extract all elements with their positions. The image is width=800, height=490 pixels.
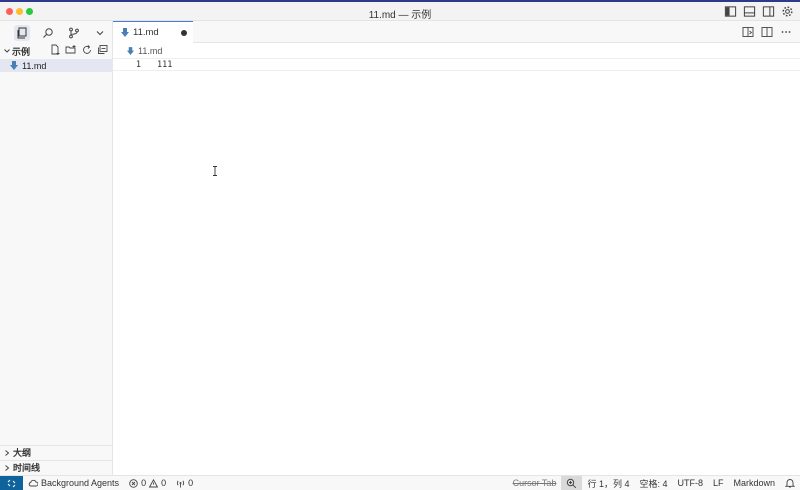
timeline-section-header[interactable]: 时间线 — [0, 460, 113, 474]
toggle-panel-icon[interactable] — [743, 5, 756, 18]
remote-indicator-button[interactable] — [0, 475, 23, 490]
files-icon — [17, 27, 27, 38]
ports-count: 0 — [188, 478, 194, 488]
outline-section-label: 大纲 — [13, 448, 32, 458]
source-control-icon — [69, 27, 79, 38]
search-icon — [43, 27, 53, 38]
warning-icon — [149, 478, 159, 487]
editor-tab-label: 11.md — [133, 27, 159, 38]
collapse-all-icon[interactable] — [97, 44, 109, 56]
more-actions-icon[interactable] — [780, 26, 792, 38]
unsaved-dot-icon[interactable] — [181, 30, 187, 36]
line-number: 1 — [135, 60, 141, 70]
toggle-secondary-sidebar-icon[interactable] — [762, 5, 775, 18]
cursor-position-button[interactable]: 行 1，列 4 — [582, 476, 634, 490]
split-editor-icon[interactable] — [761, 26, 773, 38]
broadcast-icon — [176, 479, 185, 487]
timeline-section-label: 时间线 — [13, 463, 41, 473]
breadcrumb-file-label: 11.md — [138, 45, 163, 56]
search-activity-button[interactable] — [40, 25, 56, 41]
bell-icon — [785, 479, 795, 488]
refresh-icon[interactable] — [81, 44, 93, 56]
new-folder-icon[interactable] — [65, 44, 77, 56]
code-line[interactable]: 1 111 — [113, 58, 800, 71]
chevron-down-icon — [4, 49, 10, 53]
settings-gear-icon[interactable] — [781, 5, 794, 18]
explorer-file-label: 11.md — [22, 60, 47, 71]
line-text[interactable]: 111 — [157, 60, 172, 70]
cursor-tab-toggle[interactable]: Cursor Tab — [508, 476, 562, 490]
remote-icon — [7, 479, 16, 487]
markdown-file-icon — [10, 61, 18, 70]
explorer-file-item[interactable]: 11.md — [0, 59, 113, 72]
end-of-line-button[interactable]: LF — [708, 476, 729, 490]
status-bar: Background Agents 0 0 0 Cursor Tab 行 1，列… — [0, 475, 800, 490]
notifications-button[interactable] — [780, 476, 800, 490]
background-agents-label: Background Agents — [41, 478, 120, 488]
editor-tab[interactable]: 11.md — [113, 21, 193, 43]
ports-button[interactable]: 0 — [171, 476, 198, 490]
code-editor[interactable]: 1 111 — [113, 58, 800, 475]
more-views-button[interactable] — [92, 25, 108, 41]
open-preview-icon[interactable] — [742, 26, 754, 38]
outline-section-header[interactable]: 大纲 — [0, 445, 113, 459]
title-bar: 11.md — 示例 — [0, 2, 800, 21]
activity-bar — [0, 21, 113, 44]
breadcrumb[interactable]: 11.md — [113, 43, 800, 58]
text-cursor-icon — [213, 166, 217, 176]
editor-tab-bar: 11.md — [113, 21, 800, 43]
markdown-file-icon — [127, 46, 134, 55]
error-icon — [129, 478, 138, 488]
markdown-file-icon — [121, 28, 129, 37]
chevron-down-icon — [96, 30, 104, 35]
explorer-section-header[interactable]: 示例 — [0, 44, 113, 58]
explorer-activity-button[interactable] — [14, 24, 30, 41]
toggle-primary-sidebar-icon[interactable] — [724, 5, 737, 18]
language-mode-button[interactable]: Markdown — [728, 476, 780, 490]
encoding-button[interactable]: UTF-8 — [672, 476, 708, 490]
background-agents-button[interactable]: Background Agents — [23, 476, 124, 490]
explorer-folder-title: 示例 — [12, 46, 31, 57]
chevron-right-icon — [5, 464, 10, 471]
cloud-icon — [28, 479, 38, 487]
source-control-activity-button[interactable] — [66, 25, 82, 41]
zoom-in-icon — [567, 478, 577, 488]
window-title: 11.md — 示例 — [368, 10, 432, 21]
chevron-right-icon — [5, 449, 10, 456]
zoom-button[interactable] — [561, 475, 583, 490]
indentation-button[interactable]: 空格: 4 — [634, 476, 672, 490]
new-file-icon[interactable] — [49, 44, 61, 56]
error-count: 0 — [141, 478, 147, 488]
warning-count: 0 — [161, 478, 167, 488]
primary-sidebar: 示例 11.md 大纲 时间线 — [0, 21, 113, 475]
problems-button[interactable]: 0 0 — [124, 476, 171, 490]
